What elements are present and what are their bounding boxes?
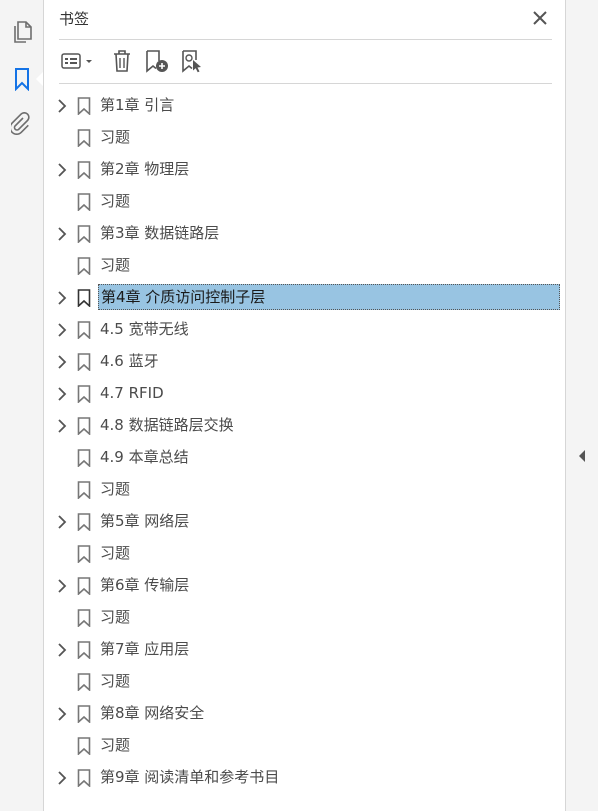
bookmark-item[interactable]: 4.8 数据链路层交换: [44, 410, 565, 442]
bookmark-label: 习题: [100, 736, 131, 754]
bookmark-icon: [77, 481, 91, 500]
bookmark-item[interactable]: 第6章 传输层: [44, 570, 565, 602]
bookmark-label: 4.8 数据链路层交换: [100, 416, 234, 434]
bookmark-icon: [77, 641, 91, 660]
bookmark-item[interactable]: 第8章 网络安全: [44, 698, 565, 730]
left-nav-rail: [0, 0, 44, 811]
bookmark-item[interactable]: 习题: [44, 186, 565, 218]
chevron-right-icon[interactable]: [56, 322, 68, 338]
bookmark-label: 4.6 蓝牙: [100, 352, 159, 370]
bookmark-icon: [77, 417, 91, 436]
bookmark-icon: [77, 129, 91, 148]
chevron-right-icon[interactable]: [56, 642, 68, 658]
panel-header: 书签: [59, 0, 552, 40]
bookmark-item[interactable]: 4.5 宽带无线: [44, 314, 565, 346]
bookmark-label: 习题: [100, 128, 131, 146]
bookmark-label: 习题: [100, 544, 131, 562]
bookmark-label: 第2章 物理层: [100, 160, 190, 178]
bookmark-icon: [77, 609, 91, 628]
bookmark-icon: [77, 385, 91, 404]
bookmark-item[interactable]: 习题: [44, 250, 565, 282]
bookmark-icon: [77, 225, 91, 244]
bookmark-icon[interactable]: [8, 65, 36, 93]
bookmark-item[interactable]: 习题: [44, 602, 565, 634]
bookmark-icon: [77, 289, 91, 308]
bookmark-label: 第4章 介质访问控制子层: [98, 284, 560, 310]
chevron-right-icon[interactable]: [56, 226, 68, 242]
bookmark-item[interactable]: 第7章 应用层: [44, 634, 565, 666]
bookmark-label: 第5章 网络层: [100, 512, 190, 530]
bookmark-label: 第9章 阅读清单和参考书目: [100, 768, 280, 786]
new-bookmark-icon[interactable]: [143, 47, 171, 75]
chevron-right-icon[interactable]: [56, 706, 68, 722]
bookmark-label: 第6章 传输层: [100, 576, 190, 594]
bookmarks-panel: 书签 第1章 引言 习题 第2章 物理层 习题 第3章 数据链路层 习题 第4章…: [44, 0, 565, 811]
bookmark-icon: [77, 513, 91, 532]
bookmark-label: 习题: [100, 480, 131, 498]
bookmarks-toolbar: [59, 40, 552, 84]
bookmark-label: 4.7 RFID: [100, 384, 164, 402]
bookmark-label: 习题: [100, 256, 131, 274]
paperclip-icon[interactable]: [8, 110, 36, 138]
bookmark-icon: [77, 545, 91, 564]
delete-icon[interactable]: [109, 47, 135, 75]
chevron-right-icon[interactable]: [56, 290, 68, 306]
new-bookmark-from-structure-icon[interactable]: [179, 47, 207, 75]
chevron-right-icon[interactable]: [56, 578, 68, 594]
bookmark-item[interactable]: 第1章 引言: [44, 90, 565, 122]
bookmark-item[interactable]: 第5章 网络层: [44, 506, 565, 538]
bookmark-label: 4.9 本章总结: [100, 448, 189, 466]
bookmark-item[interactable]: 第3章 数据链路层: [44, 218, 565, 250]
bookmark-item[interactable]: 第9章 阅读清单和参考书目: [44, 762, 565, 794]
bookmark-icon: [77, 673, 91, 692]
pages-icon[interactable]: [8, 18, 36, 46]
chevron-right-icon[interactable]: [56, 514, 68, 530]
bookmark-item[interactable]: 习题: [44, 538, 565, 570]
panel-title: 书签: [59, 10, 90, 28]
bookmark-item[interactable]: 第4章 介质访问控制子层: [44, 282, 565, 314]
chevron-right-icon[interactable]: [56, 162, 68, 178]
bookmark-item[interactable]: 习题: [44, 122, 565, 154]
bookmark-tree: 第1章 引言 习题 第2章 物理层 习题 第3章 数据链路层 习题 第4章 介质访问控制子层…: [44, 90, 565, 794]
bookmark-label: 第3章 数据链路层: [100, 224, 220, 242]
bookmark-icon: [77, 769, 91, 788]
bookmark-label: 习题: [100, 608, 131, 626]
bookmark-item[interactable]: 4.6 蓝牙: [44, 346, 565, 378]
bookmark-item[interactable]: 习题: [44, 730, 565, 762]
bookmark-icon: [77, 737, 91, 756]
bookmark-label: 第1章 引言: [100, 96, 175, 114]
bookmark-icon: [77, 97, 91, 116]
bookmark-item[interactable]: 4.9 本章总结: [44, 442, 565, 474]
bookmark-label: 第7章 应用层: [100, 640, 190, 658]
chevron-right-icon[interactable]: [56, 98, 68, 114]
bookmark-item[interactable]: 习题: [44, 474, 565, 506]
bookmark-icon: [77, 257, 91, 276]
active-panel-pointer: [36, 72, 43, 86]
bookmark-item[interactable]: 习题: [44, 666, 565, 698]
chevron-right-icon[interactable]: [56, 770, 68, 786]
bookmark-item[interactable]: 4.7 RFID: [44, 378, 565, 410]
bookmark-label: 第8章 网络安全: [100, 704, 205, 722]
bookmark-item[interactable]: 第2章 物理层: [44, 154, 565, 186]
bookmark-icon: [77, 193, 91, 212]
chevron-right-icon[interactable]: [56, 418, 68, 434]
bookmark-icon: [77, 577, 91, 596]
bookmark-icon: [77, 705, 91, 724]
bookmark-icon: [77, 161, 91, 180]
right-panel-strip: [565, 0, 598, 811]
options-menu-icon[interactable]: [59, 47, 97, 75]
bookmark-label: 4.5 宽带无线: [100, 320, 189, 338]
collapse-panel-icon[interactable]: [572, 446, 592, 466]
bookmark-icon: [77, 353, 91, 372]
bookmark-label: 习题: [100, 672, 131, 690]
bookmark-label: 习题: [100, 192, 131, 210]
bookmark-icon: [77, 449, 91, 468]
close-icon[interactable]: [528, 6, 552, 30]
chevron-right-icon[interactable]: [56, 386, 68, 402]
chevron-right-icon[interactable]: [56, 354, 68, 370]
bookmark-icon: [77, 321, 91, 340]
